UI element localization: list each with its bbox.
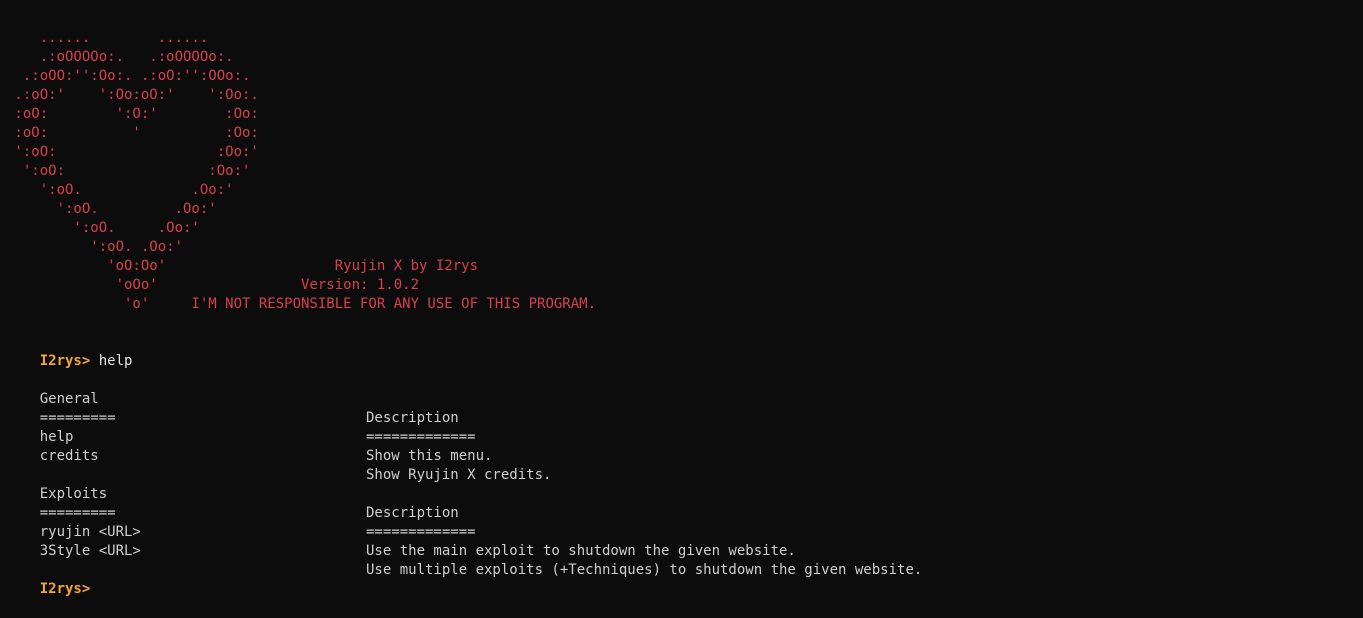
- table-row: credits Show Ryujin X credits.: [6, 428, 1306, 483]
- banner-disclaimer-line: 'o' I'M NOT RESPONSIBLE FOR ANY USE OF T…: [6, 296, 597, 312]
- command-name: 3Style <URL>: [39, 543, 141, 559]
- ascii-art-line: ':oO. .Oo:': [6, 239, 184, 255]
- ascii-art-line: ':oO: :Oo:': [6, 163, 251, 179]
- prompt-label: I2rys>: [39, 581, 91, 597]
- input-line[interactable]: I2rys>: [6, 561, 91, 597]
- general-rule-row: ========= =============: [6, 390, 1306, 445]
- ascii-art-line: .:oOOOOo:. .:oOOOOo:.: [6, 49, 234, 65]
- table-row: ryujin <URL> Use the main exploit to shu…: [6, 504, 1306, 559]
- exploits-header-row: Exploits Description: [6, 466, 1306, 521]
- command-description: Show this menu.: [366, 448, 493, 464]
- general-header-row: General Description: [6, 371, 1306, 426]
- command-description: Use the main exploit to shutdown the giv…: [366, 543, 796, 559]
- ascii-art-line: .:oOO:'':Oo:. .:oO:'':OOo:.: [6, 68, 251, 84]
- ascii-art-line: ':oO. .Oo:': [6, 220, 200, 236]
- ascii-art-line: :oO: ' :Oo:: [6, 125, 259, 141]
- ascii-art-line: ...... ......: [6, 30, 209, 46]
- ascii-art-line: :oO: ':O:' :Oo:: [6, 106, 259, 122]
- banner-title-line: 'oO:Oo' Ryujin X by I2rys: [6, 258, 479, 274]
- table-row: help Show this menu.: [6, 409, 1306, 464]
- terminal-window[interactable]: ...... ...... .:oOOOOo:. .:oOOOOo:. .:oO…: [6, 0, 1363, 597]
- prompt-label: I2rys>: [39, 353, 91, 369]
- command-name: credits: [39, 448, 99, 464]
- command-line: I2rys> help: [6, 333, 133, 369]
- ascii-art-line: ':oO. .Oo:': [6, 182, 234, 198]
- ascii-art-line: ':oO. .Oo:': [6, 201, 217, 217]
- table-row: 3Style <URL> Use multiple exploits (+Tec…: [6, 523, 1306, 578]
- ascii-art-line: ':oO: :Oo:': [6, 144, 259, 160]
- exploits-rule-row: ========= =============: [6, 485, 1306, 540]
- ascii-art-line: .:oO:' ':Oo:oO:' ':Oo:.: [6, 87, 259, 103]
- banner-version-line: 'oOo' Version: 1.0.2: [6, 277, 420, 293]
- command-text: help: [90, 353, 133, 369]
- command-description: Use multiple exploits (+Techniques) to s…: [366, 562, 923, 578]
